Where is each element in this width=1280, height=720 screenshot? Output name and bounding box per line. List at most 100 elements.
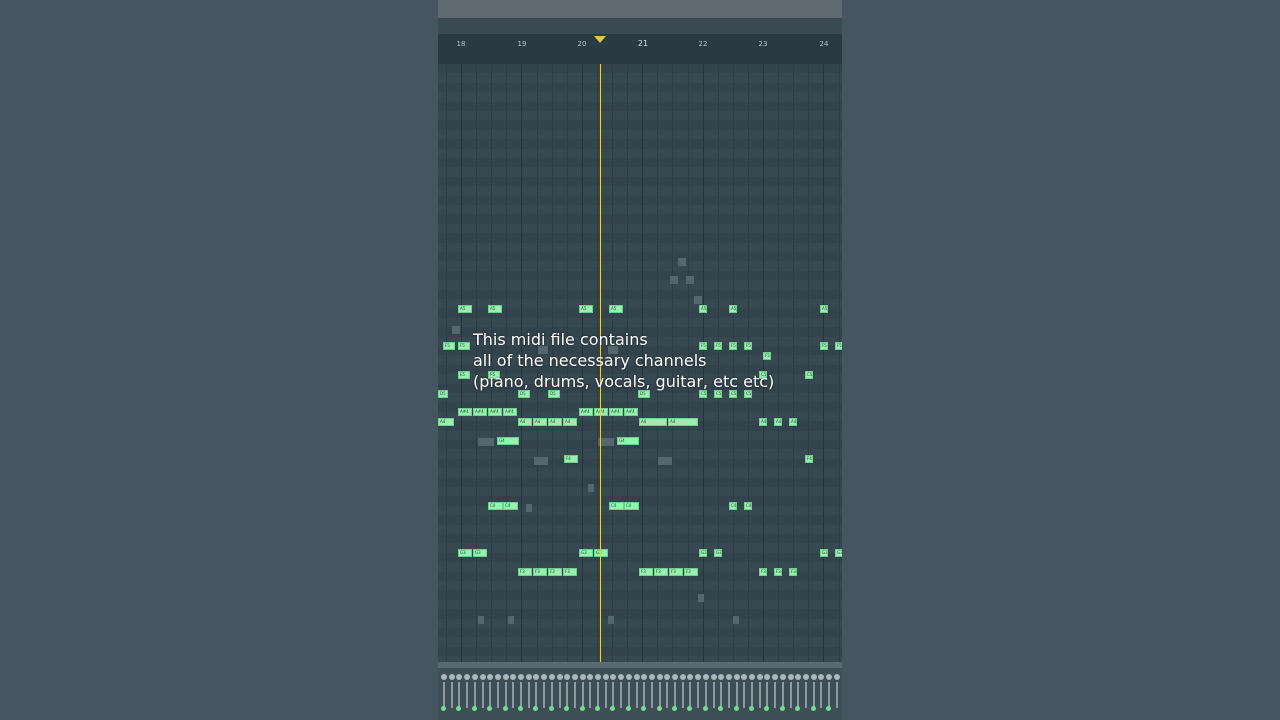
pan-knob-icon[interactable] (702, 674, 709, 680)
volume-fader[interactable] (527, 682, 530, 708)
midi-note[interactable]: F3 (563, 568, 577, 576)
midi-note[interactable]: F5 (835, 342, 842, 350)
channel-led-icon[interactable] (487, 706, 493, 711)
pan-knob-icon[interactable] (733, 674, 740, 680)
volume-fader[interactable] (689, 682, 692, 708)
volume-fader[interactable] (473, 682, 476, 708)
pan-knob-icon[interactable] (518, 674, 524, 680)
channel-led-icon[interactable] (502, 706, 508, 711)
pan-knob-icon[interactable] (579, 674, 586, 680)
volume-fader[interactable] (450, 682, 453, 708)
volume-fader[interactable] (743, 682, 746, 708)
channel-led-icon[interactable] (579, 706, 585, 711)
volume-fader[interactable] (820, 682, 823, 708)
volume-fader[interactable] (458, 682, 461, 708)
volume-fader[interactable] (481, 682, 484, 708)
pan-knob-icon[interactable] (664, 674, 671, 680)
pan-knob-icon[interactable] (756, 674, 763, 680)
channel-led-icon[interactable] (810, 706, 816, 711)
pan-knob-icon[interactable] (656, 674, 663, 680)
midi-note[interactable]: F5 (458, 342, 470, 350)
pan-knob-icon[interactable] (648, 674, 655, 680)
pan-knob-icon[interactable] (464, 674, 471, 680)
midi-note[interactable]: A4 (668, 418, 698, 426)
midi-note[interactable]: A5 (579, 305, 593, 313)
volume-fader[interactable] (604, 682, 607, 708)
channel-led-icon[interactable] (764, 706, 770, 711)
midi-note[interactable]: A#4 (458, 408, 472, 416)
channel-led-icon[interactable] (533, 706, 539, 711)
volume-fader[interactable] (704, 682, 707, 708)
pan-knob-icon[interactable] (610, 674, 617, 680)
pan-knob-icon[interactable] (556, 674, 563, 680)
midi-note[interactable]: G3 (579, 549, 593, 557)
midi-note[interactable]: A#4 (473, 408, 487, 416)
channel-led-icon[interactable] (795, 706, 801, 711)
volume-fader[interactable] (797, 682, 800, 708)
pan-knob-icon[interactable] (787, 674, 794, 680)
midi-note[interactable]: F3 (548, 568, 562, 576)
volume-fader[interactable] (620, 682, 623, 708)
pan-knob-icon[interactable] (602, 674, 609, 680)
midi-note[interactable]: A5 (609, 305, 623, 313)
midi-note[interactable]: G4 (617, 437, 639, 445)
pan-knob-icon[interactable] (710, 674, 717, 680)
channel-led-icon[interactable] (826, 706, 831, 711)
midi-note[interactable]: C5 (805, 371, 813, 379)
pan-knob-icon[interactable] (641, 674, 648, 680)
midi-note[interactable]: D5 (438, 390, 448, 398)
channel-led-icon[interactable] (733, 706, 739, 711)
midi-note[interactable]: F5 (820, 342, 828, 350)
pan-knob-icon[interactable] (687, 674, 694, 680)
pan-knob-icon[interactable] (810, 674, 817, 680)
midi-note[interactable]: C4 (624, 502, 639, 510)
midi-note[interactable]: E5 (458, 371, 470, 379)
channel-led-icon[interactable] (518, 706, 523, 711)
midi-note[interactable]: G4 (497, 437, 519, 445)
midi-note[interactable]: A#4 (503, 408, 517, 416)
midi-note[interactable]: G3 (458, 549, 472, 557)
midi-note[interactable]: F4 (805, 455, 813, 463)
midi-note[interactable]: A4 (438, 418, 454, 426)
pan-knob-icon[interactable] (679, 674, 686, 680)
channel-led-icon[interactable] (625, 706, 631, 711)
pan-knob-icon[interactable] (479, 674, 486, 680)
midi-note[interactable]: A#4 (609, 408, 623, 416)
volume-fader[interactable] (573, 682, 576, 708)
channel-led-icon[interactable] (718, 706, 724, 711)
volume-fader[interactable] (550, 682, 553, 708)
midi-note[interactable]: F3 (774, 568, 782, 576)
channel-led-icon[interactable] (610, 706, 616, 711)
volume-fader[interactable] (635, 682, 638, 708)
midi-note[interactable]: F5 (443, 342, 455, 350)
midi-note[interactable]: F4 (564, 455, 578, 463)
midi-note[interactable]: A4 (774, 418, 782, 426)
volume-fader[interactable] (681, 682, 684, 708)
channel-led-icon[interactable] (441, 706, 446, 711)
midi-note[interactable]: F3 (789, 568, 797, 576)
pan-knob-icon[interactable] (833, 674, 840, 680)
volume-fader[interactable] (835, 682, 838, 708)
channel-led-icon[interactable] (641, 706, 647, 711)
midi-note[interactable]: A#4 (488, 408, 502, 416)
channel-led-icon[interactable] (456, 706, 462, 711)
volume-fader[interactable] (612, 682, 615, 708)
channel-led-icon[interactable] (471, 706, 477, 711)
channel-led-icon[interactable] (672, 706, 677, 711)
midi-note[interactable]: C4 (744, 502, 752, 510)
pan-knob-icon[interactable] (571, 674, 578, 680)
pan-knob-icon[interactable] (764, 674, 771, 680)
pan-knob-icon[interactable] (587, 674, 594, 680)
midi-note[interactable]: A4 (563, 418, 577, 426)
volume-fader[interactable] (766, 682, 769, 708)
midi-note[interactable]: A5 (729, 305, 737, 313)
channel-led-icon[interactable] (779, 706, 785, 711)
volume-fader[interactable] (543, 682, 546, 708)
channel-led-icon[interactable] (702, 706, 708, 711)
volume-fader[interactable] (674, 682, 676, 708)
midi-note[interactable]: C4 (609, 502, 624, 510)
midi-note[interactable]: A4 (533, 418, 547, 426)
playhead-marker-icon[interactable] (594, 36, 606, 43)
pan-knob-icon[interactable] (695, 674, 702, 680)
pan-knob-icon[interactable] (448, 674, 455, 680)
